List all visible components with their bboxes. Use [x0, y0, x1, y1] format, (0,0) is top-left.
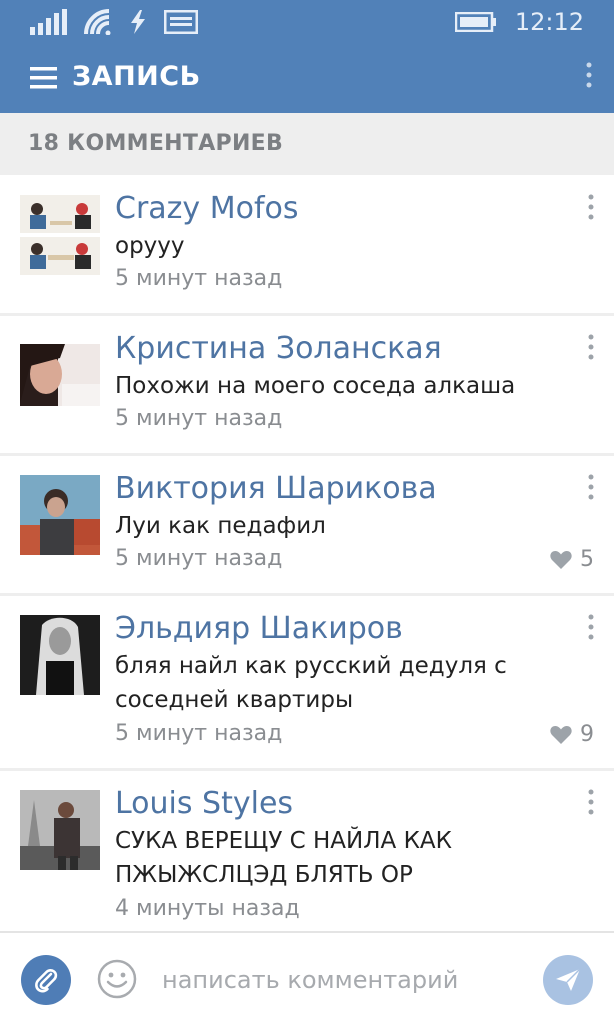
- send-button[interactable]: [543, 955, 593, 1005]
- comment-time: 5 минут назад: [115, 546, 283, 571]
- comment-item[interactable]: Эльдияр Шакиров бляя найл как русский де…: [0, 596, 614, 768]
- comment-author[interactable]: Кристина Золанская: [115, 331, 442, 366]
- comment-item[interactable]: Louis Styles СУКА ВЕРЕЩУ С НАЙЛА КАК ПЖЫ…: [0, 771, 614, 931]
- avatar[interactable]: [20, 790, 100, 870]
- avatar[interactable]: [20, 475, 100, 555]
- send-icon: [556, 968, 581, 991]
- comment-text: бляя найл как русский дедуля с соседней …: [115, 653, 507, 713]
- status-bar: 12:12: [0, 0, 614, 46]
- comment-item[interactable]: Виктория Шарикова Луи как педафил 5 мину…: [0, 456, 614, 593]
- status-time: 12:12: [514, 8, 584, 36]
- signal-icon: [30, 9, 67, 35]
- more-vertical-icon[interactable]: [586, 62, 592, 88]
- more-vertical-icon[interactable]: [588, 789, 594, 815]
- avatar[interactable]: [20, 344, 100, 424]
- more-vertical-icon[interactable]: [588, 474, 594, 500]
- comment-time: 5 минут назад: [115, 406, 283, 431]
- hamburger-menu-icon[interactable]: [30, 66, 57, 90]
- avatar[interactable]: [20, 195, 100, 275]
- more-vertical-icon[interactable]: [588, 614, 594, 640]
- message-icon: [164, 10, 198, 34]
- avatar-image: [20, 195, 100, 275]
- like-button[interactable]: 5: [550, 547, 594, 572]
- status-icons: [30, 9, 212, 35]
- more-vertical-icon[interactable]: [588, 334, 594, 360]
- attach-button[interactable]: [21, 955, 71, 1005]
- comment-text: оруyy: [115, 233, 185, 259]
- comment-text: Похожи на моего соседа алкаша: [115, 373, 516, 399]
- wifi-icon: [84, 9, 111, 35]
- like-button[interactable]: 9: [550, 722, 594, 747]
- avatar[interactable]: [20, 615, 100, 695]
- comment-time: 5 минут назад: [115, 266, 283, 291]
- paperclip-icon: [35, 968, 58, 993]
- avatar-image: [20, 615, 100, 695]
- app-bar: ЗАПИСЬ: [0, 46, 614, 113]
- comment-author[interactable]: Louis Styles: [115, 786, 293, 821]
- data-icon: [131, 10, 145, 34]
- comment-composer: [0, 931, 614, 1026]
- comments-count: 18 КОММЕНТАРИЕВ: [28, 131, 284, 156]
- more-vertical-icon[interactable]: [588, 194, 594, 220]
- avatar-image: [20, 475, 100, 555]
- avatar-image: [20, 790, 100, 870]
- smile-icon[interactable]: [97, 959, 137, 999]
- comment-author[interactable]: Эльдияр Шакиров: [115, 611, 403, 646]
- comments-count-header: 18 КОММЕНТАРИЕВ: [0, 113, 614, 175]
- comment-text: Луи как педафил: [115, 513, 326, 539]
- comment-text: СУКА ВЕРЕЩУ С НАЙЛА КАК ПЖЫЖСЛЦЭД БЛЯТЬ …: [115, 828, 452, 888]
- heart-icon: [550, 725, 572, 744]
- comment-item[interactable]: Crazy Mofos оруyy 5 минут назад: [0, 175, 614, 313]
- battery-icon: [454, 12, 496, 32]
- comment-author[interactable]: Виктория Шарикова: [115, 471, 437, 506]
- heart-icon: [550, 550, 572, 569]
- comment-item[interactable]: Кристина Золанская Похожи на моего сосед…: [0, 316, 614, 453]
- like-count: 5: [580, 547, 594, 572]
- comment-time: 5 минут назад: [115, 721, 283, 746]
- comment-time: 4 минуты назад: [115, 896, 300, 921]
- avatar-image: [20, 344, 100, 406]
- comment-author[interactable]: Crazy Mofos: [115, 191, 299, 226]
- status-right: 12:12: [454, 8, 584, 36]
- page-title: ЗАПИСЬ: [72, 61, 201, 92]
- comment-input[interactable]: [160, 957, 524, 1003]
- like-count: 9: [580, 722, 594, 747]
